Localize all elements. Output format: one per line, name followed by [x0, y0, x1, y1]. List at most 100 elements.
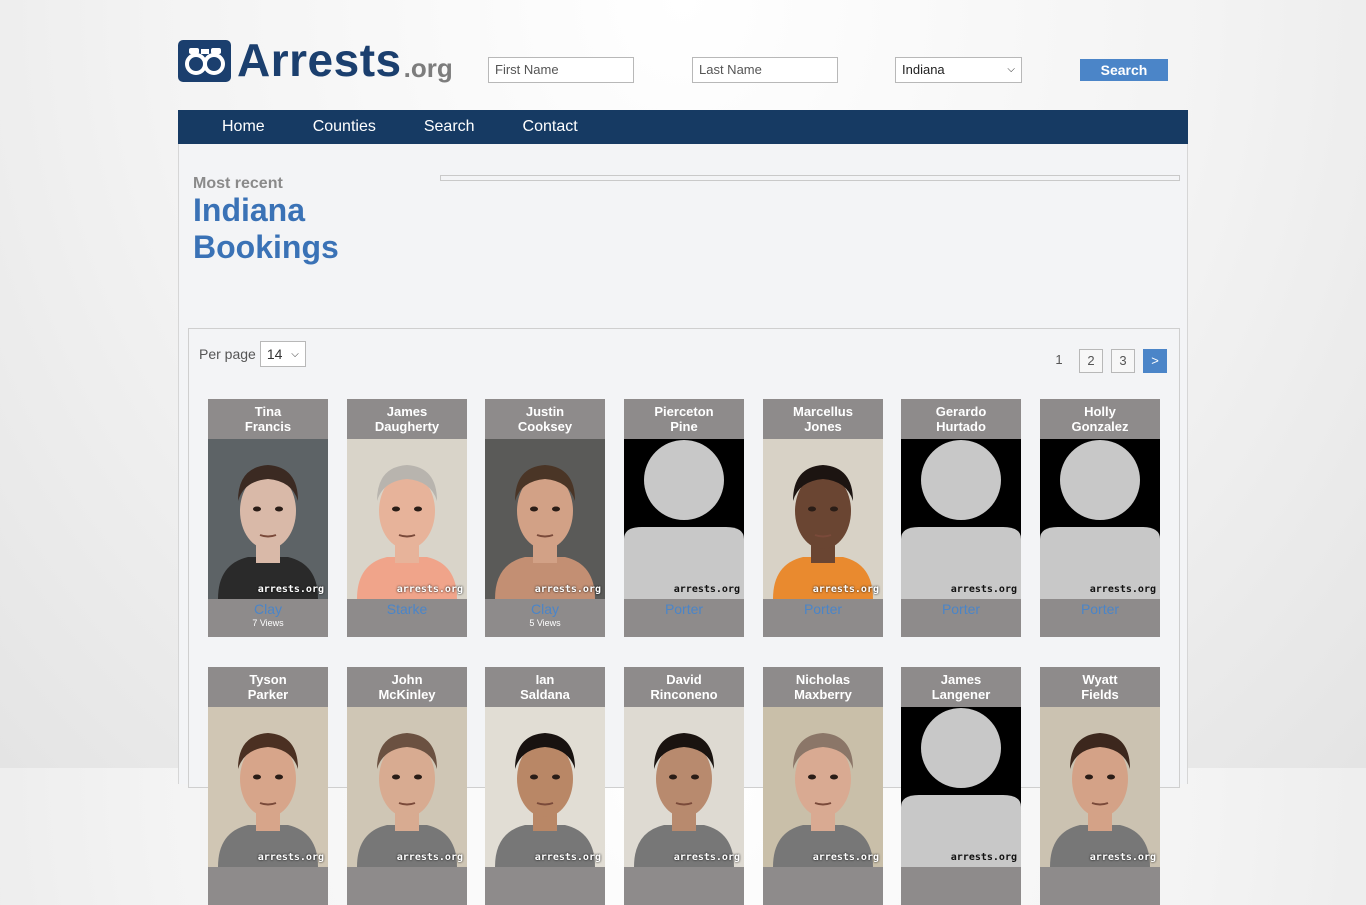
- booking-card[interactable]: Marcellus Jones arrests.org Porter: [763, 399, 883, 637]
- handcuffs-icon: [178, 40, 231, 82]
- page-title: Indiana Bookings: [193, 192, 339, 266]
- watermark: arrests.org: [950, 584, 1017, 595]
- main-nav: Home Counties Search Contact: [178, 110, 1188, 144]
- person-name[interactable]: Marcellus Jones: [763, 399, 883, 439]
- watermark: arrests.org: [396, 584, 463, 595]
- watermark: arrests.org: [812, 584, 879, 595]
- nav-home[interactable]: Home: [178, 110, 289, 144]
- mugshot-image: [347, 707, 467, 867]
- person-name[interactable]: Justin Cooksey: [485, 399, 605, 439]
- booking-card[interactable]: Ian Saldana arrests.org: [485, 667, 605, 905]
- mugshot[interactable]: arrests.org: [1040, 439, 1160, 599]
- person-name[interactable]: Nicholas Maxberry: [763, 667, 883, 707]
- mugshot[interactable]: arrests.org: [485, 439, 605, 599]
- booking-card[interactable]: James Langener arrests.org: [901, 667, 1021, 905]
- booking-card[interactable]: Wyatt Fields arrests.org: [1040, 667, 1160, 905]
- mugshot-image: [485, 439, 605, 599]
- county-link[interactable]: Porter: [1040, 601, 1160, 617]
- ad-placeholder: [440, 175, 1180, 181]
- logo-tld: .org: [403, 53, 453, 83]
- booking-card[interactable]: Holly Gonzalez arrests.org Porter: [1040, 399, 1160, 637]
- mugshot[interactable]: arrests.org: [624, 439, 744, 599]
- mugshot[interactable]: arrests.org: [901, 707, 1021, 867]
- view-count: 7 Views: [252, 618, 284, 628]
- first-name: Holly: [1084, 404, 1116, 419]
- mugshot[interactable]: arrests.org: [485, 707, 605, 867]
- booking-card[interactable]: James Daugherty arrests.org Starke: [347, 399, 467, 637]
- mugshot[interactable]: arrests.org: [901, 439, 1021, 599]
- person-name[interactable]: Tina Francis: [208, 399, 328, 439]
- mugshot[interactable]: arrests.org: [208, 707, 328, 867]
- county-link[interactable]: Porter: [763, 601, 883, 617]
- person-name[interactable]: David Rinconeno: [624, 667, 744, 707]
- last-name: Daugherty: [374, 419, 440, 434]
- person-name[interactable]: James Daugherty: [347, 399, 467, 439]
- county-link[interactable]: Clay: [208, 601, 328, 617]
- nav-search[interactable]: Search: [400, 110, 499, 144]
- person-name[interactable]: Gerardo Hurtado: [901, 399, 1021, 439]
- mugshot-image: [763, 439, 883, 599]
- page-eyebrow: Most recent: [193, 175, 283, 192]
- last-name: McKinley: [378, 687, 436, 702]
- page-title-line2: Bookings: [193, 229, 339, 265]
- main-content: Most recent Indiana Bookings Per page 14…: [178, 144, 1188, 905]
- mugshot-image: [763, 707, 883, 867]
- mugshot-image: [347, 439, 467, 599]
- first-name: Tyson: [249, 672, 287, 687]
- mugshot[interactable]: arrests.org: [208, 439, 328, 599]
- nav-counties[interactable]: Counties: [289, 110, 400, 144]
- last-name-input[interactable]: Last Name: [692, 57, 838, 83]
- booking-card[interactable]: Nicholas Maxberry arrests.org: [763, 667, 883, 905]
- page-3[interactable]: 3: [1111, 349, 1135, 373]
- last-name: Pine: [670, 419, 698, 434]
- page-2[interactable]: 2: [1079, 349, 1103, 373]
- county-link[interactable]: Porter: [624, 601, 744, 617]
- placeholder-avatar-icon: [901, 439, 1021, 599]
- last-name: Fields: [1081, 687, 1119, 702]
- person-name[interactable]: Ian Saldana: [485, 667, 605, 707]
- county-link[interactable]: Starke: [347, 601, 467, 617]
- mugshot[interactable]: arrests.org: [763, 439, 883, 599]
- view-count: 5 Views: [529, 618, 561, 628]
- person-name[interactable]: Pierceton Pine: [624, 399, 744, 439]
- mugshot[interactable]: arrests.org: [347, 707, 467, 867]
- booking-card[interactable]: Tyson Parker arrests.org: [208, 667, 328, 905]
- last-name: Jones: [804, 419, 842, 434]
- watermark: arrests.org: [257, 852, 324, 863]
- booking-card[interactable]: David Rinconeno arrests.org: [624, 667, 744, 905]
- person-name[interactable]: James Langener: [901, 667, 1021, 707]
- last-name: Langener: [931, 687, 991, 702]
- search-button[interactable]: Search: [1080, 59, 1168, 81]
- person-name[interactable]: Holly Gonzalez: [1040, 399, 1160, 439]
- page-1: 1: [1055, 352, 1063, 367]
- county-link[interactable]: Clay: [485, 601, 605, 617]
- site-logo[interactable]: Arrests .org: [178, 34, 453, 86]
- chevron-down-icon: ⌵: [291, 348, 299, 360]
- per-page-select[interactable]: 14 ⌵: [259, 341, 306, 367]
- mugshot-image: [485, 707, 605, 867]
- nav-contact[interactable]: Contact: [499, 110, 602, 144]
- per-page-label: Per page: [199, 346, 256, 362]
- placeholder-avatar-icon: [901, 707, 1021, 867]
- booking-card[interactable]: Justin Cooksey arrests.org Clay 5 Views: [485, 399, 605, 637]
- mugshot[interactable]: arrests.org: [624, 707, 744, 867]
- last-name: Cooksey: [517, 419, 573, 434]
- first-name-input[interactable]: First Name: [488, 57, 634, 83]
- state-select[interactable]: Indiana ⌵: [895, 57, 1022, 83]
- mugshot[interactable]: arrests.org: [1040, 707, 1160, 867]
- booking-card[interactable]: John McKinley arrests.org: [347, 667, 467, 905]
- logo-wordmark: Arrests: [237, 34, 402, 86]
- booking-card[interactable]: Gerardo Hurtado arrests.org Porter: [901, 399, 1021, 637]
- person-name[interactable]: Tyson Parker: [208, 667, 328, 707]
- person-name[interactable]: John McKinley: [347, 667, 467, 707]
- mugshot[interactable]: arrests.org: [763, 707, 883, 867]
- per-page-control: Per page 14 ⌵: [199, 341, 306, 367]
- county-link[interactable]: Porter: [901, 601, 1021, 617]
- watermark: arrests.org: [534, 584, 601, 595]
- mugshot[interactable]: arrests.org: [347, 439, 467, 599]
- booking-card[interactable]: Tina Francis arrests.org Clay 7 Views: [208, 399, 328, 637]
- next-page-button[interactable]: >: [1143, 349, 1167, 373]
- person-name[interactable]: Wyatt Fields: [1040, 667, 1160, 707]
- site-header: Arrests .org First Name Last Name Indian…: [178, 30, 1188, 90]
- booking-card[interactable]: Pierceton Pine arrests.org Porter: [624, 399, 744, 637]
